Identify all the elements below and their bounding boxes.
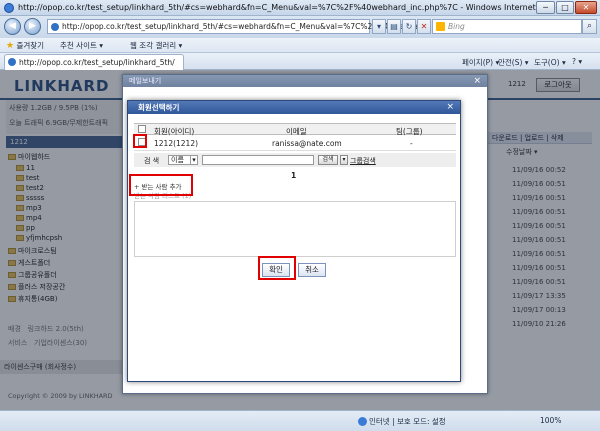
- tab-label: http://opop.co.kr/test_setup/linkhard_5t…: [19, 58, 175, 67]
- refresh-icon[interactable]: ↻: [402, 19, 416, 34]
- status-bar: 인터넷 | 보호 모드: 설정 100%: [0, 410, 600, 431]
- highlight-add-recipient: [129, 174, 193, 196]
- star-icon: ★: [6, 41, 15, 51]
- tools-menu[interactable]: 도구(O) ▾: [534, 57, 566, 68]
- search-icon[interactable]: ⌕: [582, 19, 597, 34]
- dropdown-icon[interactable]: ▾: [340, 155, 348, 165]
- member-group: -: [410, 139, 413, 148]
- forward-button[interactable]: ▶: [24, 18, 41, 35]
- bing-icon: [436, 22, 445, 31]
- highlight-confirm: [258, 256, 296, 280]
- stop-icon[interactable]: ✕: [417, 19, 431, 34]
- ie-icon: [4, 3, 14, 13]
- close-window-button[interactable]: ✕: [575, 1, 597, 14]
- send-mail-title: 메일보내기: [123, 75, 487, 87]
- cancel-button[interactable]: 취소: [298, 263, 326, 277]
- globe-icon: [358, 417, 367, 426]
- member-id: 1212(1212): [154, 139, 199, 148]
- member-search-row: 검 색 이름 ▾ 검색 ▾ 그룹검색: [134, 153, 456, 167]
- group-search-link[interactable]: 그룹검색: [350, 156, 376, 166]
- search-input[interactable]: [202, 155, 314, 165]
- search-placeholder: Bing: [448, 22, 465, 31]
- page-icon: [51, 23, 59, 31]
- member-table-header: 회원(아이디) 이메일 팀(그룹): [134, 123, 456, 136]
- select-all-checkbox[interactable]: [138, 125, 146, 133]
- highlight-checkbox: [133, 134, 147, 148]
- tab-current[interactable]: http://opop.co.kr/test_setup/linkhard_5t…: [4, 54, 184, 70]
- suggested-sites-button[interactable]: 추천 사이트 ▾: [60, 40, 103, 51]
- close-icon[interactable]: ×: [473, 75, 481, 87]
- zoom-level[interactable]: 100%: [540, 416, 561, 425]
- favorites-button[interactable]: ★ 즐겨찾기: [6, 40, 44, 51]
- address-bar[interactable]: http://opop.co.kr/test_setup/linkhard_5t…: [47, 19, 474, 34]
- zone-label: 인터넷 | 보호 모드: 설정: [369, 417, 446, 426]
- page-icon: [8, 58, 16, 66]
- page-number[interactable]: 1: [291, 171, 296, 180]
- close-icon[interactable]: ×: [446, 101, 454, 114]
- favorites-label: 즐겨찾기: [16, 41, 45, 50]
- select-member-title: 회원선택하기: [128, 101, 460, 114]
- dropdown-icon[interactable]: ▾: [372, 19, 386, 34]
- maximize-button[interactable]: □: [556, 1, 574, 14]
- security-zone: 인터넷 | 보호 모드: 설정: [358, 416, 446, 427]
- search-button[interactable]: 검색: [318, 155, 338, 165]
- search-input[interactable]: Bing: [432, 19, 582, 34]
- chevron-down-icon[interactable]: ▾: [190, 155, 198, 165]
- member-email: ranissa@nate.com: [272, 139, 342, 148]
- window-title: http://opop.co.kr/test_setup/linkhard_5t…: [18, 3, 572, 12]
- back-button[interactable]: ◀: [4, 18, 21, 35]
- minimize-button[interactable]: ─: [536, 1, 555, 14]
- search-label: 검 색: [144, 157, 160, 165]
- web-slice-gallery-button[interactable]: 웹 조각 갤러리 ▾: [130, 40, 182, 51]
- select-member-dialog: 회원선택하기 × 회원(아이디) 이메일 팀(그룹) 1212(1212) ra…: [127, 100, 461, 382]
- tab-row: http://opop.co.kr/test_setup/linkhard_5t…: [0, 53, 600, 70]
- compat-view-icon[interactable]: ▤: [387, 19, 401, 34]
- safety-menu[interactable]: 안전(S) ▾: [498, 57, 529, 68]
- navigation-bar: ◀ ▶ http://opop.co.kr/test_setup/linkhar…: [0, 16, 600, 38]
- recipient-list-area[interactable]: [134, 201, 456, 257]
- page-menu[interactable]: 페이지(P) ▾: [462, 57, 499, 68]
- help-menu[interactable]: ? ▾: [572, 57, 582, 66]
- table-row[interactable]: 1212(1212) ranissa@nate.com -: [134, 135, 456, 151]
- window-titlebar: http://opop.co.kr/test_setup/linkhard_5t…: [0, 0, 600, 16]
- favorites-bar: ★ 즐겨찾기 추천 사이트 ▾ 웹 조각 갤러리 ▾: [0, 38, 600, 53]
